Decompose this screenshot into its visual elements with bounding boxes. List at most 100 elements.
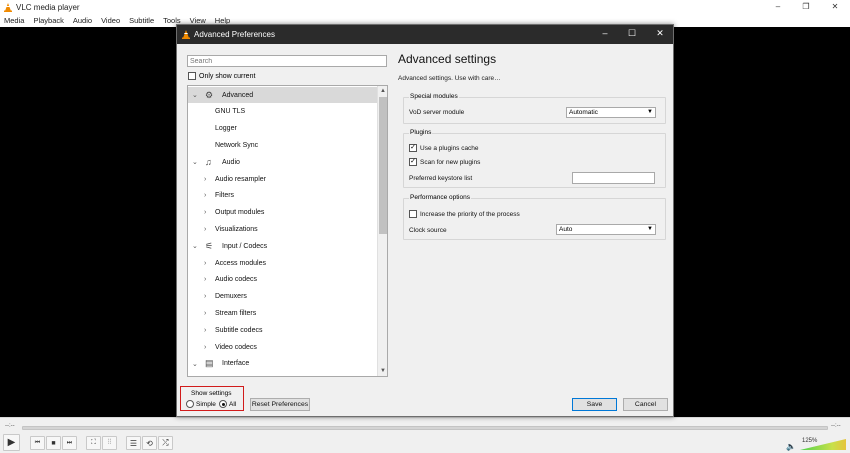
keystore-input[interactable]	[572, 172, 655, 184]
expand-arrow-icon[interactable]: ›	[204, 176, 206, 183]
all-radio-label: All	[229, 400, 237, 408]
volume-slider[interactable]	[800, 438, 846, 451]
playlist-icon: ☰	[129, 438, 138, 448]
panel-subheading: Advanced settings. Use with care…	[398, 75, 501, 82]
tree-item[interactable]: ⌄ ▤ Interface	[188, 356, 377, 372]
increase-priority-checkbox[interactable]: Increase the priority of the process	[409, 210, 520, 218]
next-button[interactable]: ⏭	[62, 436, 77, 450]
use-plugins-cache-checkbox[interactable]: ✓ Use a plugins cache	[409, 144, 479, 152]
all-radio[interactable]: All	[219, 400, 236, 408]
shuffle-icon: ⤮	[162, 438, 169, 447]
menu-video[interactable]: Video	[97, 14, 124, 27]
simple-radio-button[interactable]	[186, 400, 194, 408]
use-plugins-cache-label: Use a plugins cache	[420, 144, 479, 152]
tree-item[interactable]: › Audio resampler	[188, 171, 377, 187]
expand-arrow-icon[interactable]: ⌄	[192, 360, 198, 368]
expand-arrow-icon[interactable]: ⌄	[192, 242, 198, 250]
menu-playback[interactable]: Playback	[29, 14, 67, 27]
fullscreen-icon: ⛶	[91, 439, 96, 446]
tree-item-label: GNU TLS	[215, 108, 246, 116]
scan-new-plugins-checkbox[interactable]: ✓ Scan for new plugins	[409, 158, 480, 166]
tree-item[interactable]: ⌄ ⚟ Input / Codecs	[188, 238, 377, 254]
scroll-down-arrow-icon[interactable]: ▼	[378, 366, 387, 376]
tree-item[interactable]: › Filters	[188, 188, 377, 204]
menu-media[interactable]: Media	[0, 14, 28, 27]
expand-arrow-icon[interactable]: ›	[204, 209, 206, 216]
expand-arrow-icon[interactable]: ›	[204, 293, 206, 300]
tree-item-label: Input / Codecs	[222, 242, 268, 250]
simple-radio-label: Simple	[196, 400, 216, 408]
maximize-button[interactable]: ❐	[799, 2, 813, 11]
tree-item-label: Stream filters	[215, 309, 257, 317]
stop-button[interactable]: ■	[46, 436, 61, 450]
seek-bar[interactable]	[22, 426, 828, 430]
play-button[interactable]: ▶	[3, 434, 20, 451]
expand-arrow-icon[interactable]: ›	[204, 276, 206, 283]
dialog-maximize-button[interactable]: ☐	[625, 28, 639, 39]
simple-radio[interactable]: Simple	[186, 400, 216, 408]
tree-item[interactable]: › Subtitle codecs	[188, 322, 377, 338]
tree-scrollbar[interactable]: ▲ ▼	[377, 86, 387, 376]
clock-source-label: Clock source	[409, 227, 447, 234]
menu-audio[interactable]: Audio	[69, 14, 96, 27]
all-radio-button[interactable]	[219, 400, 227, 408]
tree-item-label: Subtitle codecs	[215, 326, 263, 334]
search-input[interactable]	[187, 55, 387, 67]
tree-item[interactable]: › Access modules	[188, 255, 377, 271]
extended-settings-button[interactable]: ⫶⫶	[102, 436, 117, 450]
expand-arrow-icon[interactable]: ›	[204, 260, 206, 267]
speaker-icon[interactable]: 🔈	[786, 442, 796, 451]
tree-item-label: Access modules	[215, 259, 266, 267]
expand-arrow-icon[interactable]: ›	[204, 310, 206, 317]
performance-options-title: Performance options	[409, 194, 471, 201]
tree-item[interactable]: › Demuxers	[188, 289, 377, 305]
menu-subtitle[interactable]: Subtitle	[125, 14, 158, 27]
tree-item[interactable]: ⌄ ⚙ Advanced	[188, 87, 377, 103]
tree-item-label: Network Sync	[215, 141, 259, 149]
previous-icon: ⏮	[34, 439, 41, 446]
performance-options-group: Performance options Increase the priorit…	[403, 194, 666, 240]
shuffle-button[interactable]: ⤮	[158, 436, 173, 450]
tree-item[interactable]: › Audio codecs	[188, 272, 377, 288]
expand-arrow-icon[interactable]: ⌄	[192, 158, 198, 166]
tree-item-label: Logger	[215, 125, 237, 133]
tree-item[interactable]: › Visualizations	[188, 221, 377, 237]
close-button[interactable]: ✕	[828, 2, 842, 11]
checkbox-box[interactable]	[188, 72, 196, 80]
tree-item-label: Audio codecs	[215, 276, 258, 284]
expand-arrow-icon[interactable]: ⌄	[192, 91, 198, 99]
fullscreen-button[interactable]: ⛶	[86, 436, 101, 450]
playlist-button[interactable]: ☰	[126, 436, 141, 450]
reset-preferences-button[interactable]: Reset Preferences	[250, 398, 310, 411]
tree-item[interactable]: › Stream filters	[188, 305, 377, 321]
play-icon: ▶	[7, 437, 16, 448]
vod-server-select[interactable]: Automatic ▼	[566, 107, 656, 118]
previous-button[interactable]: ⏮	[30, 436, 45, 450]
tree-item[interactable]: Network Sync	[188, 137, 377, 153]
expand-arrow-icon[interactable]: ›	[204, 226, 206, 233]
only-show-current-checkbox[interactable]: Only show current	[188, 72, 255, 80]
checkbox-box[interactable]	[409, 210, 417, 218]
tree-item[interactable]: › Video codecs	[188, 339, 377, 355]
scroll-up-arrow-icon[interactable]: ▲	[378, 86, 387, 96]
scan-new-plugins-label: Scan for new plugins	[420, 158, 481, 166]
save-button[interactable]: Save	[572, 398, 617, 411]
expand-arrow-icon[interactable]: ›	[204, 344, 206, 351]
checkbox-box[interactable]: ✓	[409, 158, 417, 166]
expand-arrow-icon[interactable]: ›	[204, 192, 206, 199]
expand-arrow-icon[interactable]: ›	[204, 327, 206, 334]
tree-item-label: Audio resampler	[215, 175, 266, 183]
cancel-button[interactable]: Cancel	[623, 398, 668, 411]
tree-item[interactable]: › Output modules	[188, 205, 377, 221]
minimize-button[interactable]: –	[771, 2, 785, 11]
tree-item[interactable]: ⌄ ♫ Audio	[188, 154, 377, 170]
checkbox-box[interactable]: ✓	[409, 144, 417, 152]
scroll-thumb[interactable]	[379, 97, 387, 234]
clock-source-select[interactable]: Auto ▼	[556, 224, 656, 235]
tree-item[interactable]: GNU TLS	[188, 104, 377, 120]
dialog-minimize-button[interactable]: –	[598, 28, 612, 38]
next-icon: ⏭	[66, 439, 73, 446]
tree-item[interactable]: Logger	[188, 121, 377, 137]
dialog-close-button[interactable]: ✕	[653, 28, 667, 39]
loop-button[interactable]: ⟲	[142, 436, 157, 450]
